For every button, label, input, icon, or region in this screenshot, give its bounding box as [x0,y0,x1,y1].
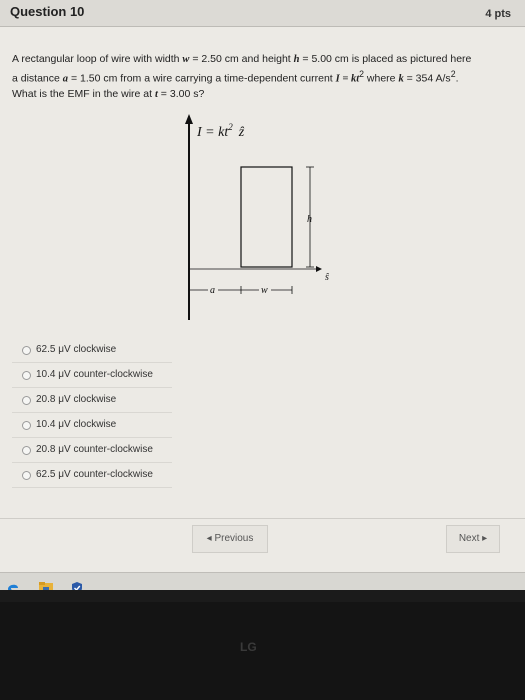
monitor-bezel [0,602,525,700]
answer-label: 10.4 μV clockwise [36,419,117,430]
shield-check-icon[interactable] [70,581,84,590]
answer-option[interactable]: 10.4 μV clockwise [12,413,172,438]
radio-button[interactable] [22,446,31,455]
answer-list: 62.5 μV clockwise 10.4 μV counter-clockw… [12,338,512,488]
answer-option[interactable]: 10.4 μV counter-clockwise [12,363,172,388]
file-explorer-icon[interactable] [38,581,54,590]
question-nav: ◂ Previous Next ▸ [0,518,525,563]
a-label: a [210,285,215,296]
answer-label: 20.8 μV counter-clockwise [36,444,153,455]
answer-label: 62.5 μV counter-clockwise [36,469,153,480]
edge-icon[interactable] [6,581,20,590]
answer-label: 20.8 μV clockwise [36,394,117,405]
prompt-line-1: A rectangular loop of wire with width w … [12,53,472,65]
answer-option[interactable]: 62.5 μV clockwise [12,338,172,363]
answer-option[interactable]: 20.8 μV clockwise [12,388,172,413]
question-header: Question 10 4 pts [0,0,525,27]
question-prompt: A rectangular loop of wire with width w … [12,52,517,102]
loop-figure: I = kt2 ẑ h ŝ a w [185,114,329,320]
answer-label: 62.5 μV clockwise [36,344,117,355]
s-axis-label: ŝ [325,272,329,283]
radio-button[interactable] [22,396,31,405]
next-button[interactable]: Next ▸ [446,525,500,553]
question-title: Question 10 [10,4,85,19]
answer-option[interactable]: 20.8 μV counter-clockwise [12,438,172,463]
question-points: 4 pts [485,8,511,20]
prompt-line-2: a distance a = 1.50 cm from a wire carry… [12,69,459,85]
answer-option[interactable]: 62.5 μV counter-clockwise [12,463,172,488]
radio-button[interactable] [22,421,31,430]
current-arrowhead [185,114,193,124]
w-label: w [261,285,268,296]
height-label: h [307,214,312,225]
radio-button[interactable] [22,371,31,380]
radio-button[interactable] [22,346,31,355]
radio-button[interactable] [22,471,31,480]
prompt-line-3: What is the EMF in the wire at t = 3.00 … [12,87,205,100]
quiz-screen: Question 10 4 pts A rectangular loop of … [0,0,525,590]
answer-label: 10.4 μV counter-clockwise [36,369,153,380]
wire-loop [240,166,293,268]
brand-logo: LG [240,640,257,654]
previous-button[interactable]: ◂ Previous [192,525,268,553]
current-label: I = kt2 ẑ [196,122,245,140]
taskbar [0,572,525,590]
